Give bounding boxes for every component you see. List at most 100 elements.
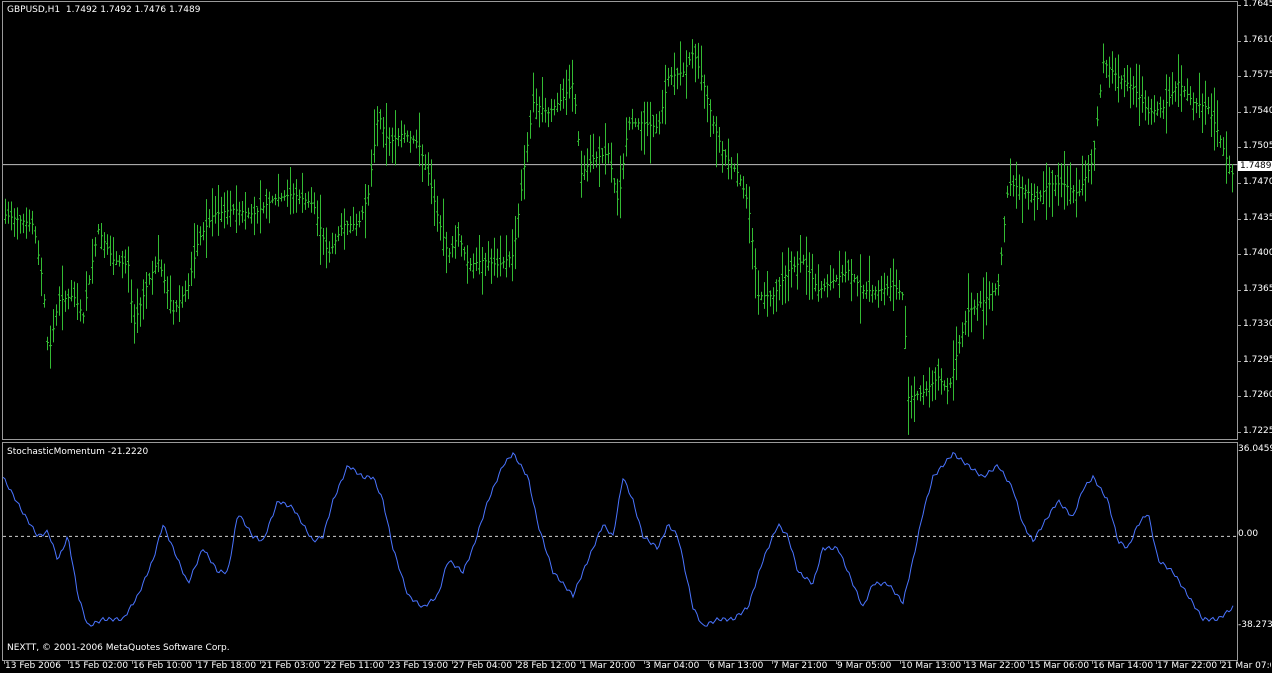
price-axis-tick	[1238, 182, 1241, 184]
price-bar	[988, 281, 991, 310]
price-bar	[67, 288, 70, 310]
price-bar	[982, 277, 985, 340]
price-bar	[22, 213, 25, 234]
price-bar	[565, 69, 568, 116]
price-axis-tick	[1238, 325, 1241, 327]
price-bar	[1057, 162, 1060, 206]
price-bar	[28, 209, 31, 232]
price-bar	[463, 246, 466, 261]
price-bar	[376, 106, 379, 147]
price-bar	[871, 284, 874, 303]
price-bar	[691, 39, 694, 69]
price-bar	[865, 281, 868, 299]
price-bar	[694, 43, 697, 83]
price-bar	[1198, 72, 1201, 119]
price-bar	[685, 50, 688, 99]
price-bar	[145, 271, 148, 309]
price-bar	[787, 247, 790, 302]
price-bar	[1084, 160, 1087, 202]
price-bar	[670, 66, 673, 85]
price-bar	[682, 62, 685, 77]
price-bar	[826, 274, 829, 298]
price-bar	[304, 193, 307, 210]
price-axis-label: 1.7225	[1243, 426, 1272, 436]
price-bar	[997, 273, 1000, 296]
time-axis-label: 22 Feb 11:00	[325, 661, 385, 671]
price-bar	[241, 200, 244, 223]
price-bar	[1180, 65, 1183, 112]
price-axis-label: 1.7610	[1243, 34, 1272, 45]
price-bar	[895, 269, 898, 300]
price-bar	[70, 280, 73, 302]
price-bar	[1069, 162, 1072, 205]
price-bar	[307, 191, 310, 208]
price-bar	[1138, 64, 1141, 127]
price-bar	[331, 232, 334, 254]
price-bar	[469, 257, 472, 272]
price-bar	[850, 258, 853, 302]
price-axis-tick	[1238, 360, 1241, 362]
price-bar	[748, 186, 751, 244]
copyright-label: NEXTT, © 2001-2006 MetaQuotes Software C…	[7, 643, 230, 653]
price-bar	[1021, 176, 1024, 223]
price-bar	[637, 118, 640, 130]
price-bar	[487, 241, 490, 271]
price-bar	[472, 253, 475, 279]
price-bar	[907, 376, 910, 435]
price-bar	[283, 190, 286, 201]
price-bar	[1129, 67, 1132, 109]
price-bar	[103, 232, 106, 258]
price-bar	[535, 88, 538, 120]
price-bar	[409, 130, 412, 153]
price-bar	[772, 287, 775, 315]
price-bar	[736, 153, 739, 187]
indicator-axis-label: -38.2738	[1238, 620, 1272, 630]
price-bar	[178, 285, 181, 323]
price-bar	[616, 178, 619, 216]
price-bar	[571, 59, 574, 112]
price-bar	[658, 111, 661, 135]
price-bar	[187, 273, 190, 300]
price-bar	[1042, 171, 1045, 205]
price-bar	[1108, 56, 1111, 88]
price-bar	[583, 155, 586, 180]
price-bar	[1162, 99, 1165, 119]
indicator-pane[interactable]: StochasticMomentum -21.2220 NEXTT, © 200…	[2, 442, 1239, 661]
price-bar	[1066, 165, 1069, 206]
price-bar	[286, 179, 289, 207]
price-bar	[397, 128, 400, 147]
price-axis-tick	[1238, 432, 1241, 433]
price-bar	[229, 190, 232, 227]
price-bar	[202, 222, 205, 241]
price-bar	[496, 248, 499, 278]
price-bar	[133, 304, 136, 344]
price-bar	[175, 300, 178, 313]
price-bar	[1003, 216, 1006, 243]
time-axis-label: 28 Feb 12:00	[517, 661, 577, 671]
price-bar	[433, 179, 436, 226]
price-bar	[1027, 178, 1030, 210]
price-bar	[256, 205, 259, 224]
price-bar	[1105, 59, 1108, 79]
price-bar	[757, 270, 760, 315]
price-bar	[940, 368, 943, 395]
price-bar	[1096, 106, 1099, 127]
price-bar	[265, 188, 268, 219]
price-bar	[970, 292, 973, 333]
price-bar	[508, 251, 511, 268]
price-chart-pane[interactable]: GBPUSD,H1 1.7492 1.7492 1.7476 1.7489	[2, 1, 1239, 440]
price-bar	[1192, 92, 1195, 121]
price-bar	[1177, 54, 1180, 107]
indicator-axis-label: 0.00	[1238, 529, 1259, 540]
price-bar	[781, 252, 784, 305]
price-bar	[1087, 154, 1090, 183]
price-bar	[967, 273, 970, 337]
price-bar	[364, 184, 367, 239]
price-bar	[490, 248, 493, 284]
price-bar	[523, 145, 526, 200]
time-axis-label: 17 Feb 18:00	[197, 661, 257, 671]
price-bar	[172, 299, 175, 325]
price-bar	[1075, 167, 1078, 218]
price-bar	[1045, 162, 1048, 220]
price-bar	[1117, 54, 1120, 103]
